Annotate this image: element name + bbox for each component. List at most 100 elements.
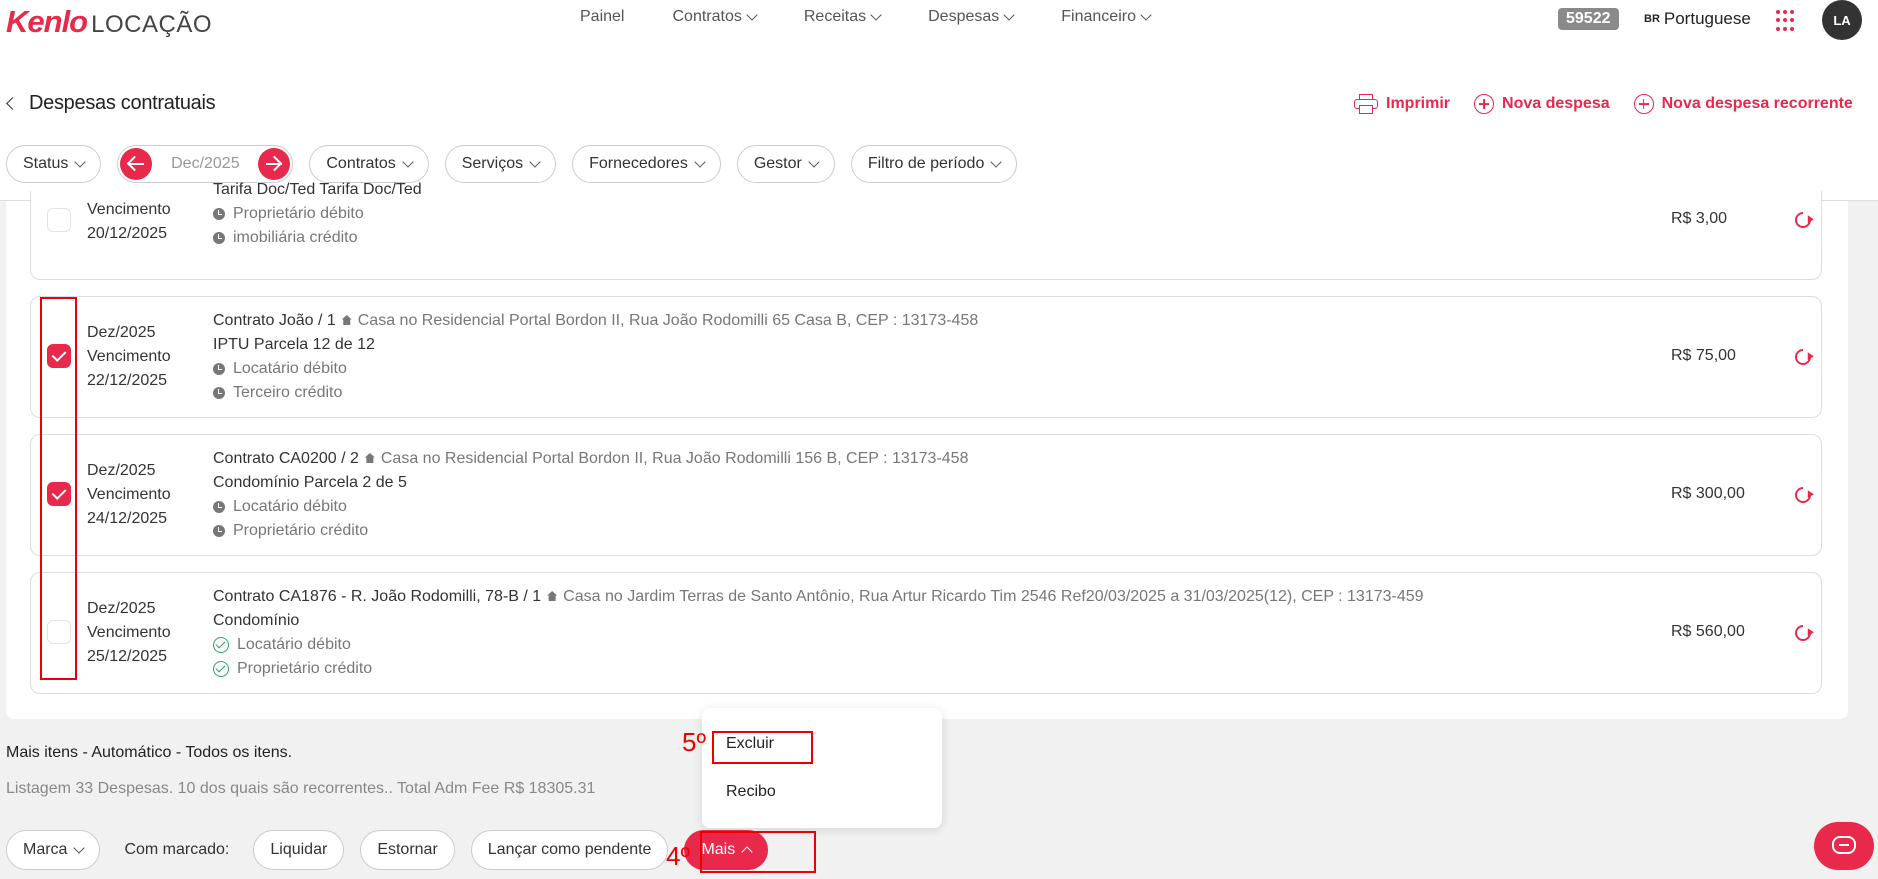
row-amount: R$ 3,00 (1671, 210, 1728, 227)
reverse-button[interactable]: Estornar (360, 830, 455, 870)
item-name: Condomínio Parcela 2 de 5 (213, 474, 407, 491)
chevron-down-icon (73, 842, 86, 854)
recurring-icon[interactable] (1791, 208, 1815, 232)
due-label: Vencimento (87, 624, 171, 641)
more-items-info: Mais itens - Automático - Todos os itens… (6, 744, 293, 761)
flag-icon: BR (1644, 13, 1660, 25)
row-description: Contrato CA0200 / 2 Casa no Residencial P… (213, 447, 968, 543)
delete-highlight (712, 731, 813, 764)
table-row: Dez/2025 Vencimento 24/12/2025 Contrato … (30, 434, 1822, 556)
recurring-icon[interactable] (1791, 345, 1815, 369)
house-icon (364, 453, 375, 463)
recurring-icon[interactable] (1791, 483, 1815, 507)
credit-line: Terceiro crédito (213, 381, 978, 405)
table-row: Dez/2025 Vencimento 25/12/2025 Contrato … (30, 572, 1822, 694)
house-icon (341, 315, 352, 325)
contract-name[interactable]: Contrato CA1876 - R. João Rodomilli, 78-… (213, 588, 541, 605)
clock-icon (213, 208, 225, 220)
mark-label: Marca (23, 841, 68, 858)
row-description: Contrato CA1876 - R. João Rodomilli, 78-… (213, 585, 1424, 681)
settle-button[interactable]: Liquidar (253, 830, 345, 870)
filter-label: Status (23, 155, 69, 172)
back-arrow-icon[interactable] (6, 97, 19, 110)
apps-grid-icon[interactable] (1776, 10, 1798, 32)
prev-period-button[interactable] (120, 148, 153, 180)
services-filter[interactable]: Serviços (444, 145, 557, 183)
contract-name[interactable]: Contrato CA0200 / 2 (213, 450, 359, 467)
mark-dropdown[interactable]: Marca (6, 830, 101, 870)
next-period-button[interactable] (258, 148, 291, 180)
credit-label: Terceiro crédito (233, 384, 343, 401)
bulk-action-bar: Marca Com marcado: Liquidar Estornar Lan… (6, 830, 769, 870)
recurring-icon[interactable] (1791, 621, 1815, 645)
row-checkbox[interactable] (47, 208, 71, 232)
due-date: Dez/2025 Vencimento 25/12/2025 (87, 597, 171, 669)
chevron-down-icon (808, 156, 820, 168)
manager-filter[interactable]: Gestor (736, 145, 835, 183)
credit-line: Proprietário crédito (213, 519, 968, 543)
month-label: Dez/2025 (87, 324, 156, 341)
set-pending-button[interactable]: Lançar como pendente (470, 830, 669, 870)
top-navbar: Kenlo LOCAÇÃO Painel Contratos Receitas … (0, 0, 1878, 44)
house-icon (547, 591, 558, 601)
chevron-down-icon (870, 9, 882, 21)
more-button-highlight (700, 831, 816, 873)
debit-label: Locatário débito (233, 360, 347, 377)
item-name: Condomínio (213, 612, 300, 629)
contract-name[interactable]: Contrato João / 1 (213, 312, 336, 329)
due-label: Vencimento (87, 486, 171, 503)
language-selector[interactable]: BR Portuguese (1644, 9, 1751, 29)
listing-summary: Listagem 33 Despesas. 10 dos quais são r… (6, 780, 596, 797)
kenlo-logo[interactable]: Kenlo LOCAÇÃO (6, 4, 212, 40)
month-label: Dez/2025 (87, 462, 156, 479)
credit-label: imobiliária crédito (233, 229, 358, 246)
period-label: Dec/2025 (171, 155, 240, 172)
credit-line: imobiliária crédito (213, 226, 422, 250)
chevron-down-icon (694, 156, 706, 168)
menu-item-receipt[interactable]: Recibo (726, 783, 776, 801)
row-amount: R$ 560,00 (1671, 623, 1745, 640)
item-name: IPTU Parcela 12 de 12 (213, 336, 375, 353)
debit-line: Locatário débito (213, 633, 1424, 657)
due-value: 25/12/2025 (87, 648, 168, 665)
page-title: Despesas contratuais (29, 92, 216, 114)
nav-financeiro[interactable]: Financeiro (1061, 8, 1152, 26)
row-amount: R$ 300,00 (1671, 485, 1745, 502)
nav-label: Financeiro (1061, 8, 1136, 25)
suppliers-filter[interactable]: Fornecedores (572, 145, 721, 183)
header-actions: Imprimir Nova despesa Nova despesa recor… (1354, 94, 1853, 114)
chevron-down-icon (402, 156, 414, 168)
nav-label: Painel (580, 8, 625, 25)
check-circle-icon (213, 637, 229, 653)
due-value: 24/12/2025 (87, 510, 168, 527)
nav-despesas[interactable]: Despesas (928, 8, 1015, 26)
table-row: Vencimento 20/12/2025 Tarifa Doc/Ted Tar… (30, 181, 1822, 280)
filter-label: Serviços (461, 155, 524, 172)
chevron-down-icon (746, 9, 758, 21)
clock-icon (213, 525, 225, 537)
debit-label: Proprietário débito (233, 205, 364, 222)
nav-receitas[interactable]: Receitas (803, 8, 882, 26)
chat-button[interactable] (1814, 822, 1874, 870)
avatar[interactable]: LA (1822, 0, 1862, 40)
new-recurring-expense-button[interactable]: Nova despesa recorrente (1633, 94, 1853, 114)
debit-label: Locatário débito (233, 498, 347, 515)
nav-label: Receitas (803, 8, 867, 25)
nav-label: Contratos (672, 8, 742, 25)
print-button[interactable]: Imprimir (1354, 94, 1450, 114)
new-expense-button[interactable]: Nova despesa (1474, 94, 1610, 114)
step-4-annotation: 4º (666, 841, 690, 871)
nav-painel[interactable]: Painel (580, 8, 624, 26)
debit-line: Proprietário débito (213, 202, 422, 226)
property-address: Casa no Residencial Portal Bordon II, Ru… (357, 312, 979, 329)
period-filter[interactable]: Filtro de período (850, 145, 1018, 183)
new-recurring-label: Nova despesa recorrente (1661, 95, 1853, 112)
status-filter[interactable]: Status (6, 145, 102, 183)
row-description: Tarifa Doc/Ted Tarifa Doc/Ted Proprietár… (213, 178, 422, 250)
property-address: Casa no Jardim Terras de Santo Antônio, … (563, 588, 1424, 605)
nav-contratos[interactable]: Contratos (672, 8, 758, 26)
filter-label: Filtro de período (867, 155, 985, 172)
due-label: Vencimento (87, 201, 171, 218)
credit-label: Proprietário crédito (237, 660, 373, 677)
table-row: Dez/2025 Vencimento 22/12/2025 Contrato … (30, 296, 1822, 418)
